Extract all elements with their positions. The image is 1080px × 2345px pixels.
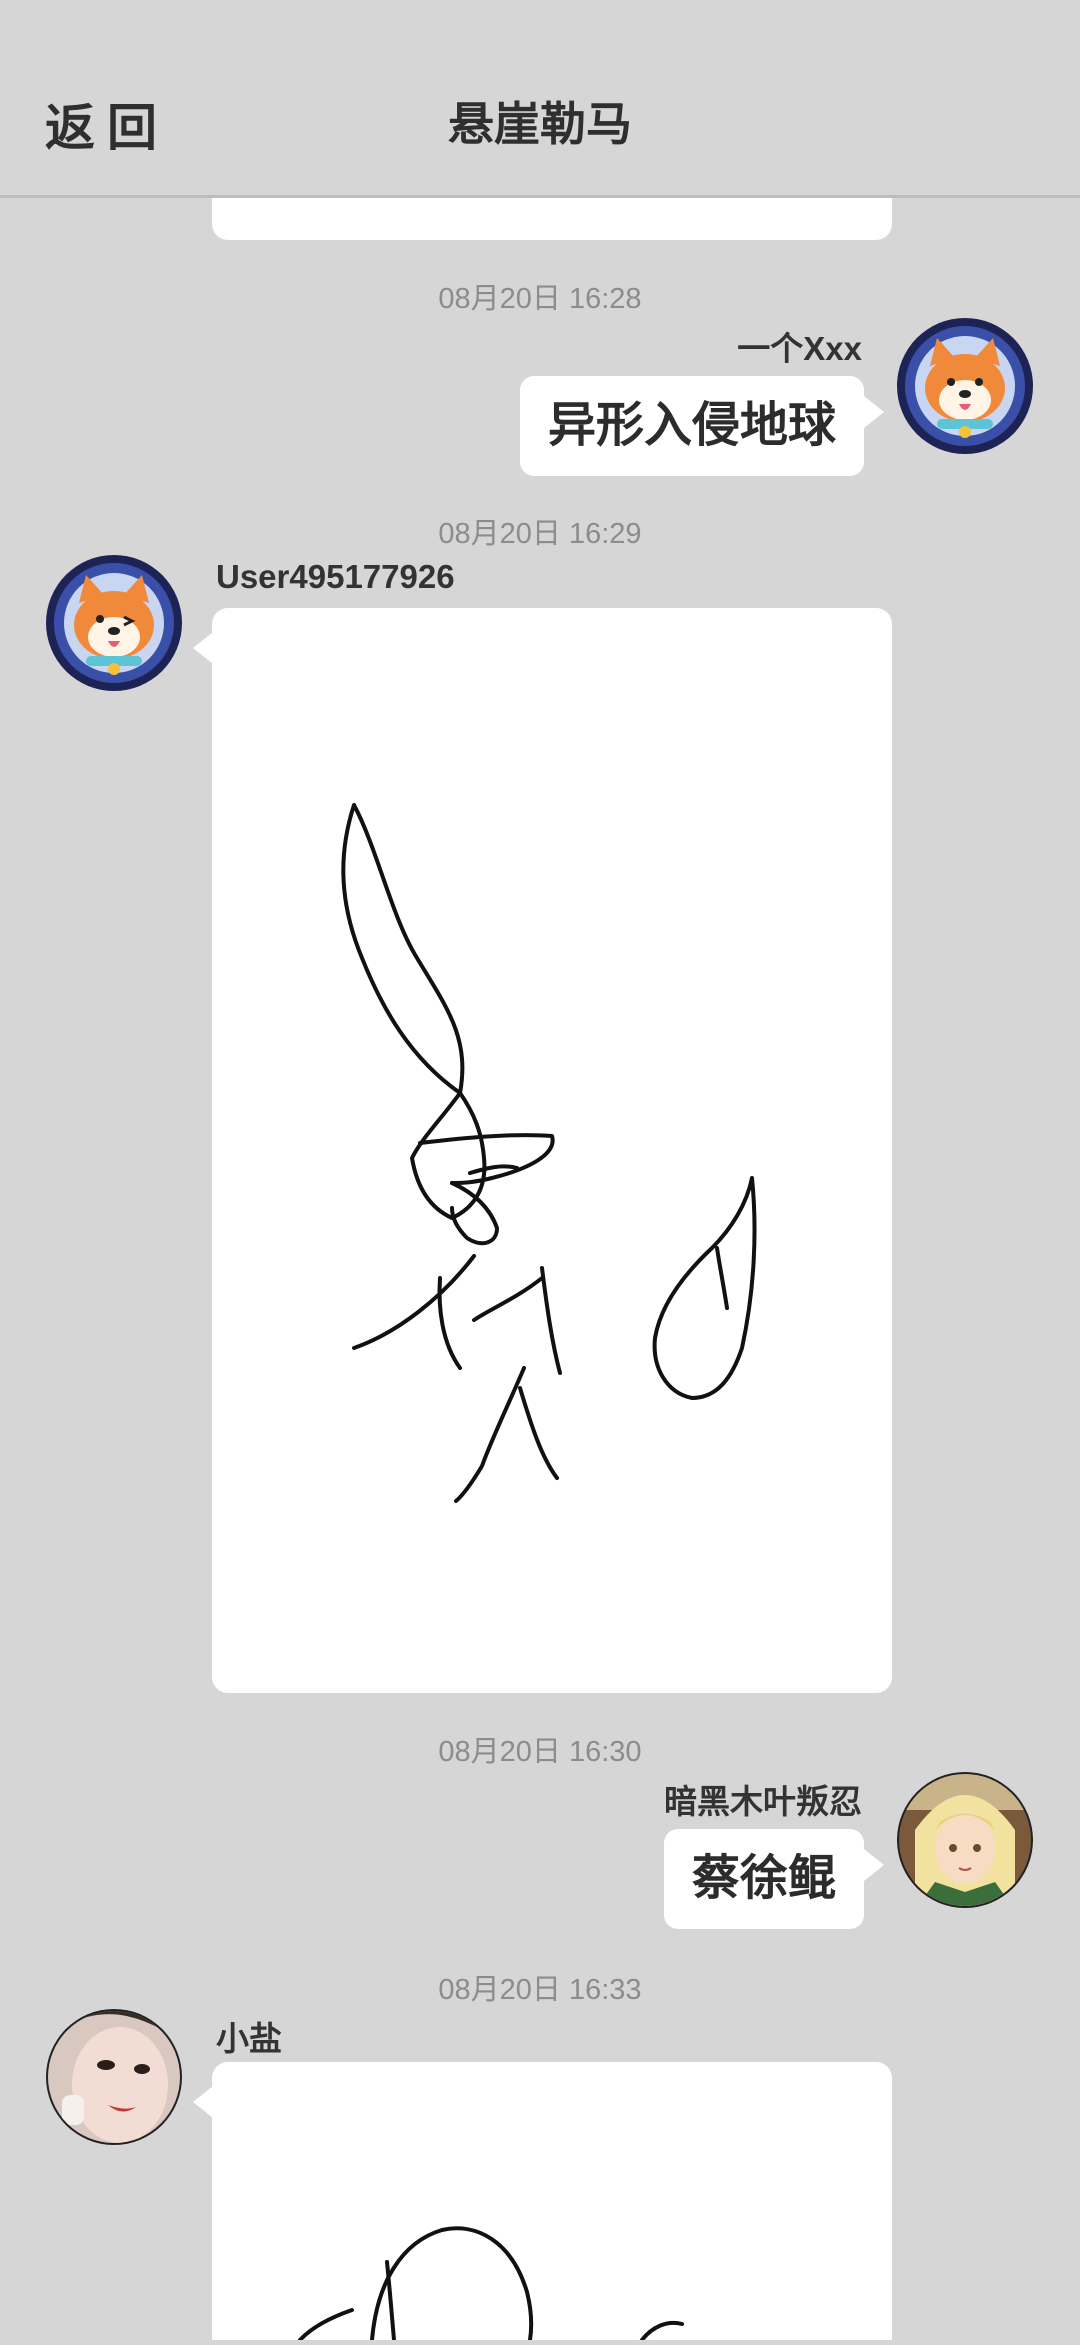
- message-bubble[interactable]: 异形入侵地球: [519, 376, 864, 476]
- avatar-shiba[interactable]: [895, 316, 1035, 456]
- avatar-shiba[interactable]: [44, 553, 184, 693]
- timestamp: 08月20日 16:30: [438, 1736, 642, 1768]
- drawing-canvas: [341, 803, 757, 1503]
- bubble-tail: [864, 1849, 884, 1881]
- avatar-anime[interactable]: [895, 1770, 1035, 1910]
- bubble-tail: [193, 632, 213, 664]
- sender-name: 小盐: [216, 2020, 282, 2057]
- sender-name: User495177926: [216, 558, 455, 595]
- avatar-photo[interactable]: [44, 2007, 184, 2147]
- sender-name: 暗黑木叶叛忍: [664, 1783, 862, 1820]
- bubble-tail: [864, 396, 884, 428]
- top-bar: 返回 悬崖勒马: [0, 0, 1080, 198]
- drawing-bubble[interactable]: [212, 608, 892, 1693]
- page-title: 悬崖勒马: [448, 98, 632, 150]
- timestamp: 08月20日 16:29: [438, 518, 642, 550]
- timestamp: 08月20日 16:33: [438, 1974, 642, 2006]
- message-bubble[interactable]: 蔡徐鲲: [663, 1829, 864, 1929]
- bubble-tail: [193, 2086, 213, 2118]
- drawing-canvas: [298, 2226, 684, 2342]
- sender-name: 一个Xxx: [737, 330, 862, 367]
- drawing-bubble[interactable]: [212, 2062, 892, 2342]
- timestamp: 08月20日 16:28: [438, 283, 642, 315]
